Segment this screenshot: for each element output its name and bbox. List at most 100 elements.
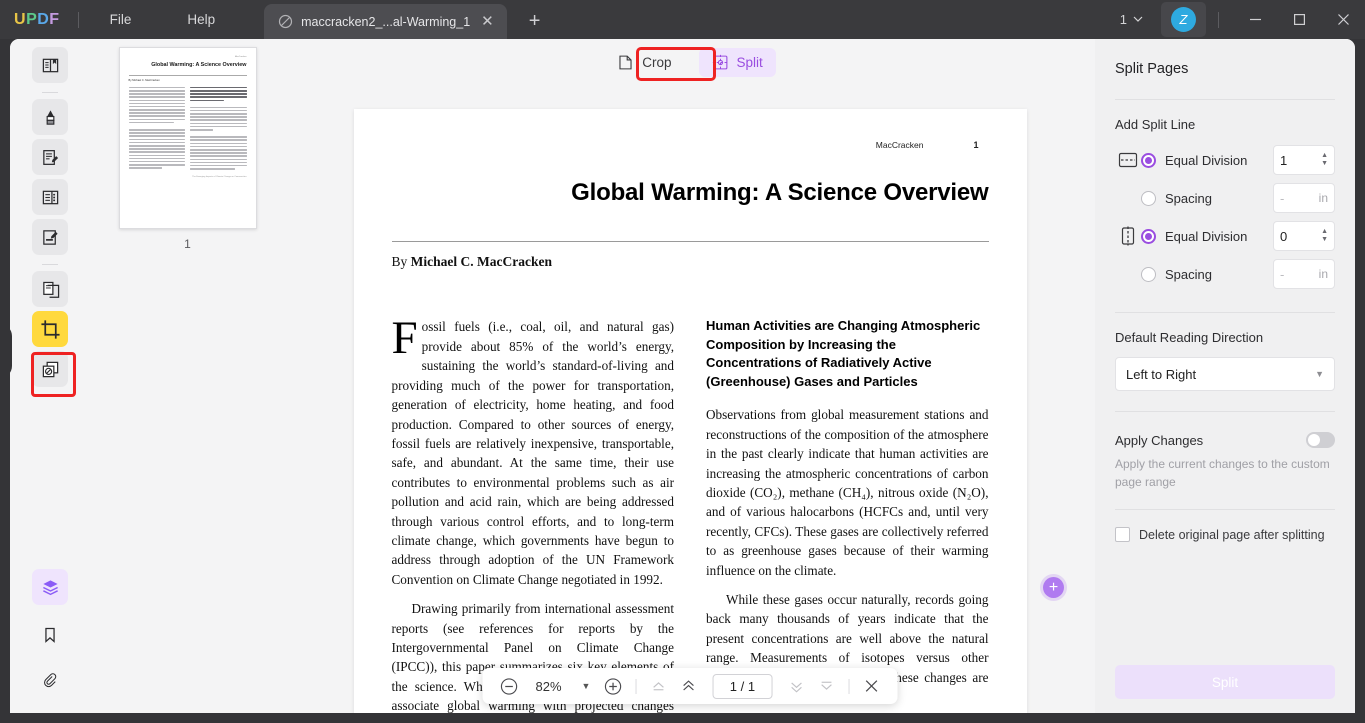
- delete-original-label[interactable]: Delete original page after splitting: [1139, 528, 1325, 542]
- apply-changes-row: Apply Changes: [1115, 432, 1335, 448]
- sidebar-item-crop[interactable]: [32, 311, 68, 347]
- document-tab-title: maccracken2_...al-Warming_1: [301, 14, 471, 29]
- horizontal-equal-division-radio[interactable]: [1141, 152, 1156, 168]
- split-mode-button[interactable]: Split: [698, 48, 776, 77]
- sidebar-item-organize[interactable]: [32, 351, 68, 387]
- thumbnail-col-right: [190, 86, 247, 172]
- close-icon[interactable]: ✕: [478, 12, 497, 31]
- crop-split-toolbar: Crop Split: [285, 39, 1095, 86]
- crop-icon: [40, 319, 60, 339]
- sidebar-item-attachment[interactable]: [32, 663, 68, 699]
- sidebar-item-layers[interactable]: [32, 569, 68, 605]
- maximize-button[interactable]: [1277, 0, 1321, 39]
- running-head-author: MacCracken: [875, 140, 924, 150]
- apply-changes-help-text: Apply the current changes to the custom …: [1115, 457, 1330, 489]
- zoom-level-value[interactable]: 82%: [526, 679, 572, 694]
- new-tab-button[interactable]: +: [523, 11, 547, 31]
- minimize-button[interactable]: [1233, 0, 1277, 39]
- stepper-down-icon[interactable]: ▼: [1321, 160, 1328, 167]
- horizontal-equal-division-row: Equal Division 1 ▲ ▼: [1115, 144, 1335, 176]
- account-button[interactable]: Z: [1161, 2, 1206, 37]
- document-tab[interactable]: maccracken2_...al-Warming_1 ✕: [264, 4, 507, 39]
- first-page-button[interactable]: [645, 673, 671, 699]
- horizontal-equal-division-label[interactable]: Equal Division: [1165, 153, 1273, 168]
- sidebar-item-convert[interactable]: [32, 271, 68, 307]
- horizontal-equal-division-stepper[interactable]: 1 ▲ ▼: [1273, 145, 1335, 175]
- panel-divider-4: [1115, 509, 1335, 511]
- vertical-spacing-label[interactable]: Spacing: [1165, 267, 1273, 282]
- vertical-equal-division-stepper[interactable]: 0 ▲ ▼: [1273, 221, 1335, 251]
- next-page-button[interactable]: [783, 673, 809, 699]
- zoom-out-icon: [500, 677, 517, 695]
- split-action-button[interactable]: Split: [1115, 665, 1335, 699]
- window-count-menu[interactable]: 1: [1114, 8, 1149, 31]
- stepper-up-icon[interactable]: ▲: [1321, 152, 1328, 159]
- horizontal-spacing-label[interactable]: Spacing: [1165, 191, 1273, 206]
- split-mode-label: Split: [736, 55, 763, 70]
- page-list-icon: [42, 190, 58, 204]
- left-paragraph-1: Fossil fuels (i.e., coal, oil, and natur…: [392, 315, 675, 589]
- edit-document-icon: [42, 149, 58, 165]
- window-count-label: 1: [1119, 12, 1127, 27]
- sidebar-item-bookmark[interactable]: [32, 617, 68, 653]
- delete-original-checkbox[interactable]: [1115, 527, 1130, 543]
- document-title: Global Warming: A Science Overview: [571, 179, 989, 206]
- page-column-right: Human Activities are Changing Atmospheri…: [706, 317, 989, 713]
- pdf-blocked-icon: [278, 14, 293, 29]
- sidebar-item-reader[interactable]: [32, 47, 68, 83]
- chevron-down-icon[interactable]: ▼: [576, 681, 597, 691]
- close-zoombar-button[interactable]: [858, 673, 884, 699]
- vertical-equal-division-radio[interactable]: [1141, 228, 1156, 244]
- logo-letter-d: D: [37, 10, 50, 28]
- close-icon: [1337, 14, 1349, 25]
- horizontal-spacing-row: Spacing - in: [1115, 182, 1335, 214]
- crop-mode-button[interactable]: Crop: [604, 48, 684, 77]
- horizontal-spacing-radio[interactable]: [1141, 190, 1156, 206]
- stepper-arrows[interactable]: ▲ ▼: [1321, 228, 1328, 243]
- sidebar-item-page[interactable]: [32, 179, 68, 215]
- add-vertical-split-button[interactable]: +: [1043, 577, 1064, 598]
- page-folio: 1: [973, 140, 979, 150]
- vertical-spacing-radio[interactable]: [1141, 266, 1156, 282]
- reading-direction-select[interactable]: Left to Right ▼: [1115, 357, 1335, 391]
- zoom-in-button[interactable]: [600, 673, 626, 699]
- horizontal-split-icon: [1115, 149, 1141, 171]
- stepper-arrows[interactable]: ▲ ▼: [1321, 152, 1328, 167]
- sidebar-item-prepare-form[interactable]: [32, 219, 68, 255]
- chevron-up-icon: [683, 680, 694, 691]
- last-page-button[interactable]: [813, 673, 839, 699]
- add-split-line-label: Add Split Line: [1115, 117, 1196, 132]
- marker-pen-icon: [46, 109, 54, 125]
- window-controls-divider: [1218, 11, 1219, 28]
- page-indicator-input[interactable]: 1 / 1: [712, 673, 773, 699]
- menu-help[interactable]: Help: [174, 7, 228, 32]
- apply-changes-toggle[interactable]: [1306, 432, 1335, 448]
- logo-letter-p: P: [26, 10, 38, 28]
- convert-pages-icon: [42, 281, 59, 298]
- zoom-divider-1: [635, 678, 637, 694]
- sign-icon: [42, 229, 58, 245]
- horizontal-spacing-input[interactable]: - in: [1273, 183, 1335, 213]
- zoom-divider-2: [848, 678, 850, 694]
- zoom-out-button[interactable]: [496, 673, 522, 699]
- page-thumbnail-1[interactable]: MacCracken Global Warming: A Science Ove…: [118, 47, 257, 229]
- close-window-button[interactable]: [1321, 0, 1365, 39]
- pdf-page[interactable]: MacCracken 1 Global Warming: A Science O…: [353, 109, 1027, 713]
- thumbnail-header: MacCracken: [234, 56, 247, 58]
- sidebar-collapse-handle[interactable]: [10, 324, 12, 378]
- previous-page-button[interactable]: [675, 673, 701, 699]
- menu-file[interactable]: File: [97, 7, 145, 32]
- paperclip-icon: [44, 673, 57, 688]
- stepper-down-icon[interactable]: ▼: [1321, 236, 1328, 243]
- vertical-spacing-input[interactable]: - in: [1273, 259, 1335, 289]
- sidebar-item-comment[interactable]: [32, 99, 68, 135]
- sidebar-item-edit-pdf[interactable]: [32, 139, 68, 175]
- vertical-equal-division-row: Equal Division 0 ▲ ▼: [1115, 220, 1335, 252]
- reading-direction-value: Left to Right: [1126, 366, 1197, 382]
- vertical-equal-division-label[interactable]: Equal Division: [1165, 229, 1273, 244]
- title-rule: [391, 241, 989, 243]
- reader-icon: [42, 58, 58, 72]
- rail-divider-2: [42, 264, 58, 265]
- layers-icon: [42, 579, 58, 595]
- stepper-up-icon[interactable]: ▲: [1321, 228, 1328, 235]
